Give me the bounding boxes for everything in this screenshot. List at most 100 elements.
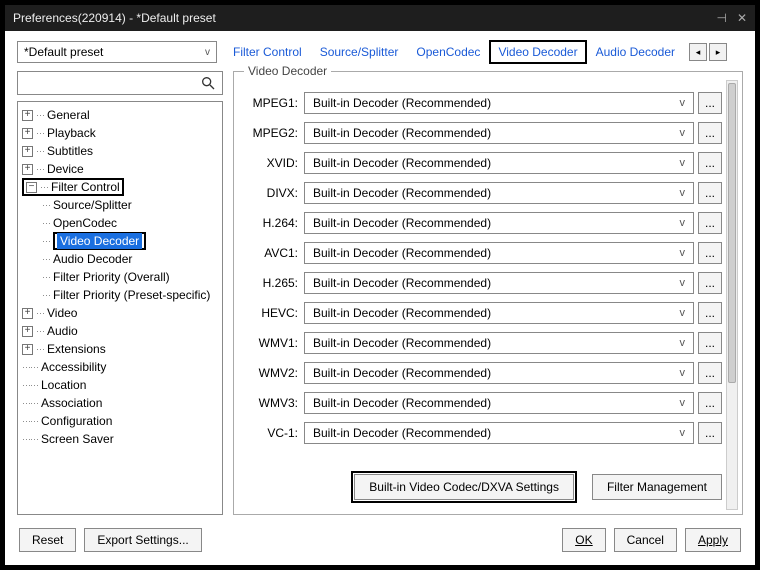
decoder-row: MPEG1:Built-in Decoder (Recommended)v... (244, 90, 722, 116)
tree-device[interactable]: +⋯Device (20, 160, 220, 178)
tab-scroll-left[interactable]: ◂ (689, 43, 707, 61)
tab-source-splitter[interactable]: Source/Splitter (312, 41, 407, 63)
tree-video[interactable]: +⋯Video (20, 304, 220, 322)
tree-subtitles[interactable]: +⋯Subtitles (20, 142, 220, 160)
decoder-more-button[interactable]: ... (698, 332, 722, 354)
decoder-label: WMV3: (244, 396, 304, 410)
ok-button[interactable]: OK (562, 528, 605, 552)
chevron-down-icon: v (680, 127, 686, 139)
tree-fc-filter-priority-overall[interactable]: ⋯Filter Priority (Overall) (20, 268, 220, 286)
decoder-select[interactable]: Built-in Decoder (Recommended)v (304, 272, 694, 294)
tree-configuration[interactable]: ⋯⋯Configuration (20, 412, 220, 430)
decoder-select[interactable]: Built-in Decoder (Recommended)v (304, 392, 694, 414)
decoder-more-button[interactable]: ... (698, 392, 722, 414)
tree-extensions[interactable]: +⋯Extensions (20, 340, 220, 358)
decoder-more-button[interactable]: ... (698, 422, 722, 444)
tab-open-codec[interactable]: OpenCodec (408, 41, 488, 63)
tab-audio-decoder[interactable]: Audio Decoder (588, 41, 683, 63)
decoder-row: WMV2:Built-in Decoder (Recommended)v... (244, 360, 722, 386)
export-settings-button[interactable]: Export Settings... (84, 528, 201, 552)
top-row: *Default preset v Filter Control Source/… (17, 41, 743, 63)
tab-scroll-right[interactable]: ▸ (709, 43, 727, 61)
decoder-select[interactable]: Built-in Decoder (Recommended)v (304, 92, 694, 114)
tab-scroll-arrows: ◂ ▸ (689, 43, 727, 61)
tree-fc-open-codec[interactable]: ⋯OpenCodec (20, 214, 220, 232)
reset-button[interactable]: Reset (19, 528, 76, 552)
titlebar: Preferences(220914) - *Default preset ⊣ … (5, 5, 755, 31)
decoder-select[interactable]: Built-in Decoder (Recommended)v (304, 332, 694, 354)
decoder-row: DIVX:Built-in Decoder (Recommended)v... (244, 180, 722, 206)
tree-association[interactable]: ⋯⋯Association (20, 394, 220, 412)
tree-filter-control[interactable]: −⋯Filter Control (20, 178, 220, 196)
tree-screen-saver[interactable]: ⋯⋯Screen Saver (20, 430, 220, 448)
tab-filter-control[interactable]: Filter Control (225, 41, 310, 63)
close-icon[interactable]: ✕ (737, 11, 747, 25)
chevron-down-icon: v (205, 47, 210, 58)
tree-location[interactable]: ⋯⋯Location (20, 376, 220, 394)
decoder-more-button[interactable]: ... (698, 92, 722, 114)
decoder-select[interactable]: Built-in Decoder (Recommended)v (304, 152, 694, 174)
decoder-label: VC-1: (244, 426, 304, 440)
decoder-more-button[interactable]: ... (698, 272, 722, 294)
decoder-more-button[interactable]: ... (698, 122, 722, 144)
decoder-row: HEVC:Built-in Decoder (Recommended)v... (244, 300, 722, 326)
pin-icon[interactable]: ⊣ (716, 11, 726, 25)
decoder-select[interactable]: Built-in Decoder (Recommended)v (304, 422, 694, 444)
decoder-label: WMV2: (244, 366, 304, 380)
tree-general[interactable]: +⋯General (20, 106, 220, 124)
tab-video-decoder[interactable]: Video Decoder (490, 41, 585, 63)
nav-tree[interactable]: +⋯General +⋯Playback +⋯Subtitles +⋯Devic… (17, 101, 223, 515)
scrollbar[interactable] (726, 80, 738, 510)
left-column: +⋯General +⋯Playback +⋯Subtitles +⋯Devic… (17, 71, 223, 515)
tree-fc-audio-decoder[interactable]: ⋯Audio Decoder (20, 250, 220, 268)
tree-playback[interactable]: +⋯Playback (20, 124, 220, 142)
decoder-select[interactable]: Built-in Decoder (Recommended)v (304, 242, 694, 264)
decoder-more-button[interactable]: ... (698, 182, 722, 204)
tree-fc-filter-priority-preset[interactable]: ⋯Filter Priority (Preset-specific) (20, 286, 220, 304)
decoder-label: AVC1: (244, 246, 304, 260)
panel-title: Video Decoder (244, 64, 331, 78)
decoder-more-button[interactable]: ... (698, 302, 722, 324)
decoder-select[interactable]: Built-in Decoder (Recommended)v (304, 302, 694, 324)
tree-fc-video-decoder[interactable]: ⋯Video Decoder (20, 232, 220, 250)
decoder-more-button[interactable]: ... (698, 242, 722, 264)
decoder-row: VC-1:Built-in Decoder (Recommended)v... (244, 420, 722, 446)
panel-buttons: Built-in Video Codec/DXVA Settings Filte… (234, 474, 722, 500)
decoder-list: MPEG1:Built-in Decoder (Recommended)v...… (244, 90, 722, 454)
chevron-down-icon: v (680, 97, 686, 109)
chevron-down-icon: v (680, 397, 686, 409)
tabs-row: Filter Control Source/Splitter OpenCodec… (225, 41, 743, 63)
tree-accessibility[interactable]: ⋯⋯Accessibility (20, 358, 220, 376)
dxva-settings-button[interactable]: Built-in Video Codec/DXVA Settings (354, 474, 574, 500)
search-input[interactable] (17, 71, 223, 95)
chevron-down-icon: v (680, 427, 686, 439)
decoder-row: H.264:Built-in Decoder (Recommended)v... (244, 210, 722, 236)
scrollbar-thumb[interactable] (728, 83, 736, 383)
tree-audio[interactable]: +⋯Audio (20, 322, 220, 340)
decoder-select[interactable]: Built-in Decoder (Recommended)v (304, 182, 694, 204)
decoder-more-button[interactable]: ... (698, 152, 722, 174)
decoder-label: MPEG2: (244, 126, 304, 140)
cancel-button[interactable]: Cancel (614, 528, 677, 552)
preset-selected: *Default preset (24, 45, 103, 59)
chevron-down-icon: v (680, 157, 686, 169)
preset-combo[interactable]: *Default preset v (17, 41, 217, 63)
decoder-more-button[interactable]: ... (698, 362, 722, 384)
content-area: *Default preset v Filter Control Source/… (5, 31, 755, 565)
window-controls: ⊣ ✕ (716, 11, 747, 25)
decoder-row: MPEG2:Built-in Decoder (Recommended)v... (244, 120, 722, 146)
apply-button[interactable]: Apply (685, 528, 741, 552)
chevron-down-icon: v (680, 277, 686, 289)
decoder-select[interactable]: Built-in Decoder (Recommended)v (304, 122, 694, 144)
decoder-row: WMV3:Built-in Decoder (Recommended)v... (244, 390, 722, 416)
decoder-select[interactable]: Built-in Decoder (Recommended)v (304, 362, 694, 384)
decoder-label: WMV1: (244, 336, 304, 350)
chevron-down-icon: v (680, 307, 686, 319)
search-icon (200, 75, 216, 91)
chevron-down-icon: v (680, 337, 686, 349)
decoder-select[interactable]: Built-in Decoder (Recommended)v (304, 212, 694, 234)
filter-management-button[interactable]: Filter Management (592, 474, 722, 500)
tree-fc-source-splitter[interactable]: ⋯Source/Splitter (20, 196, 220, 214)
decoder-more-button[interactable]: ... (698, 212, 722, 234)
decoder-label: H.265: (244, 276, 304, 290)
